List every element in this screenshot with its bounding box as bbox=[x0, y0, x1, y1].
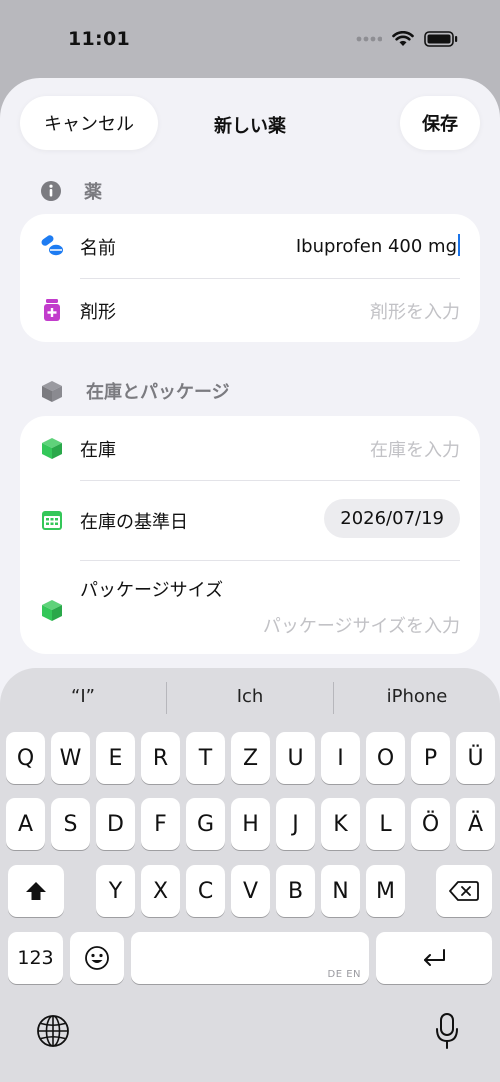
key-h[interactable]: H bbox=[231, 798, 270, 850]
name-label: 名前 bbox=[80, 238, 116, 259]
package-label: パッケージサイズ bbox=[80, 580, 224, 601]
key-u[interactable]: U bbox=[276, 732, 315, 784]
key-u-umlaut[interactable]: Ü bbox=[456, 732, 495, 784]
stock-field[interactable]: 在庫を入力 bbox=[370, 436, 460, 462]
suggestion-1[interactable]: “I” bbox=[0, 686, 166, 707]
medicine-card: 名前 Ibuprofen 400 mg 剤形 剤形を入力 bbox=[20, 214, 480, 342]
text-cursor bbox=[458, 234, 460, 256]
key-r[interactable]: R bbox=[141, 732, 180, 784]
key-s[interactable]: S bbox=[51, 798, 90, 850]
key-m[interactable]: M bbox=[366, 865, 405, 917]
key-o[interactable]: O bbox=[366, 732, 405, 784]
section-header-stock: 在庫とパッケージ bbox=[40, 378, 230, 404]
base-date-label: 在庫の基準日 bbox=[80, 512, 188, 533]
save-button[interactable]: 保存 bbox=[400, 96, 480, 150]
name-row[interactable]: 名前 Ibuprofen 400 mg bbox=[20, 214, 480, 278]
shift-icon bbox=[26, 882, 46, 900]
status-time: 11:01 bbox=[68, 28, 130, 50]
medicine-bottle-icon bbox=[44, 299, 60, 321]
backspace-icon bbox=[449, 881, 479, 901]
numbers-key[interactable]: 123 bbox=[8, 932, 63, 984]
base-date-row: 在庫の基準日 2026/07/19 bbox=[20, 480, 480, 560]
globe-icon bbox=[37, 1015, 69, 1047]
form-row[interactable]: 剤形 剤形を入力 bbox=[20, 278, 480, 342]
space-key[interactable]: DE EN bbox=[131, 932, 369, 984]
key-k[interactable]: K bbox=[321, 798, 360, 850]
package-row[interactable]: パッケージサイズ パッケージサイズを入力 bbox=[20, 560, 480, 654]
package-field[interactable]: パッケージサイズを入力 bbox=[263, 612, 460, 638]
key-n[interactable]: N bbox=[321, 865, 360, 917]
key-b[interactable]: B bbox=[276, 865, 315, 917]
form-field[interactable]: 剤形を入力 bbox=[370, 298, 460, 324]
return-key[interactable] bbox=[376, 932, 492, 984]
package-box-icon bbox=[42, 600, 62, 621]
keyboard: “I” Ich iPhone Q W E R T Z U I O P Ü A S… bbox=[0, 668, 500, 1082]
shift-key[interactable] bbox=[8, 865, 64, 917]
info-icon bbox=[41, 181, 61, 201]
name-value: Ibuprofen 400 mg bbox=[295, 236, 457, 257]
key-p[interactable]: P bbox=[411, 732, 450, 784]
key-i[interactable]: I bbox=[321, 732, 360, 784]
key-j[interactable]: J bbox=[276, 798, 315, 850]
key-x[interactable]: X bbox=[141, 865, 180, 917]
section-title-stock: 在庫とパッケージ bbox=[86, 382, 230, 403]
key-d[interactable]: D bbox=[96, 798, 135, 850]
key-v[interactable]: V bbox=[231, 865, 270, 917]
battery-icon bbox=[424, 31, 458, 47]
section-header-medicine: 薬 bbox=[40, 178, 102, 204]
suggestion-3[interactable]: iPhone bbox=[334, 686, 500, 707]
status-icons bbox=[356, 31, 458, 47]
wifi-icon bbox=[392, 31, 414, 46]
key-c[interactable]: C bbox=[186, 865, 225, 917]
key-y[interactable]: Y bbox=[96, 865, 135, 917]
signal-icon bbox=[356, 36, 382, 42]
microphone-icon bbox=[436, 1013, 458, 1049]
name-field[interactable]: Ibuprofen 400 mg bbox=[296, 234, 460, 257]
key-f[interactable]: F bbox=[141, 798, 180, 850]
dictation-button[interactable] bbox=[434, 1012, 460, 1050]
key-l[interactable]: L bbox=[366, 798, 405, 850]
stock-row[interactable]: 在庫 在庫を入力 bbox=[20, 416, 480, 480]
key-a-umlaut[interactable]: Ä bbox=[456, 798, 495, 850]
box-icon bbox=[42, 381, 62, 402]
status-bar: 11:01 bbox=[0, 0, 500, 78]
delete-key[interactable] bbox=[436, 865, 492, 917]
form-label: 剤形 bbox=[80, 302, 116, 323]
key-o-umlaut[interactable]: Ö bbox=[411, 798, 450, 850]
stock-label: 在庫 bbox=[80, 440, 116, 461]
key-a[interactable]: A bbox=[6, 798, 45, 850]
suggestion-2[interactable]: Ich bbox=[167, 686, 333, 707]
globe-button[interactable] bbox=[36, 1014, 70, 1048]
emoji-key[interactable] bbox=[70, 932, 124, 984]
stock-card: 在庫 在庫を入力 在庫の基準日 2026/07/19 パッケージサイズ パッケー… bbox=[20, 416, 480, 654]
key-q[interactable]: Q bbox=[6, 732, 45, 784]
key-t[interactable]: T bbox=[186, 732, 225, 784]
calendar-icon bbox=[42, 511, 62, 530]
base-date-picker[interactable]: 2026/07/19 bbox=[324, 499, 460, 538]
key-z[interactable]: Z bbox=[231, 732, 270, 784]
space-language-tag: DE EN bbox=[327, 969, 361, 980]
stock-box-icon bbox=[42, 438, 62, 459]
key-g[interactable]: G bbox=[186, 798, 225, 850]
key-w[interactable]: W bbox=[51, 732, 90, 784]
key-e[interactable]: E bbox=[96, 732, 135, 784]
section-title-medicine: 薬 bbox=[84, 182, 102, 203]
pills-icon bbox=[41, 235, 63, 256]
emoji-icon bbox=[85, 946, 109, 970]
return-icon bbox=[424, 949, 445, 966]
